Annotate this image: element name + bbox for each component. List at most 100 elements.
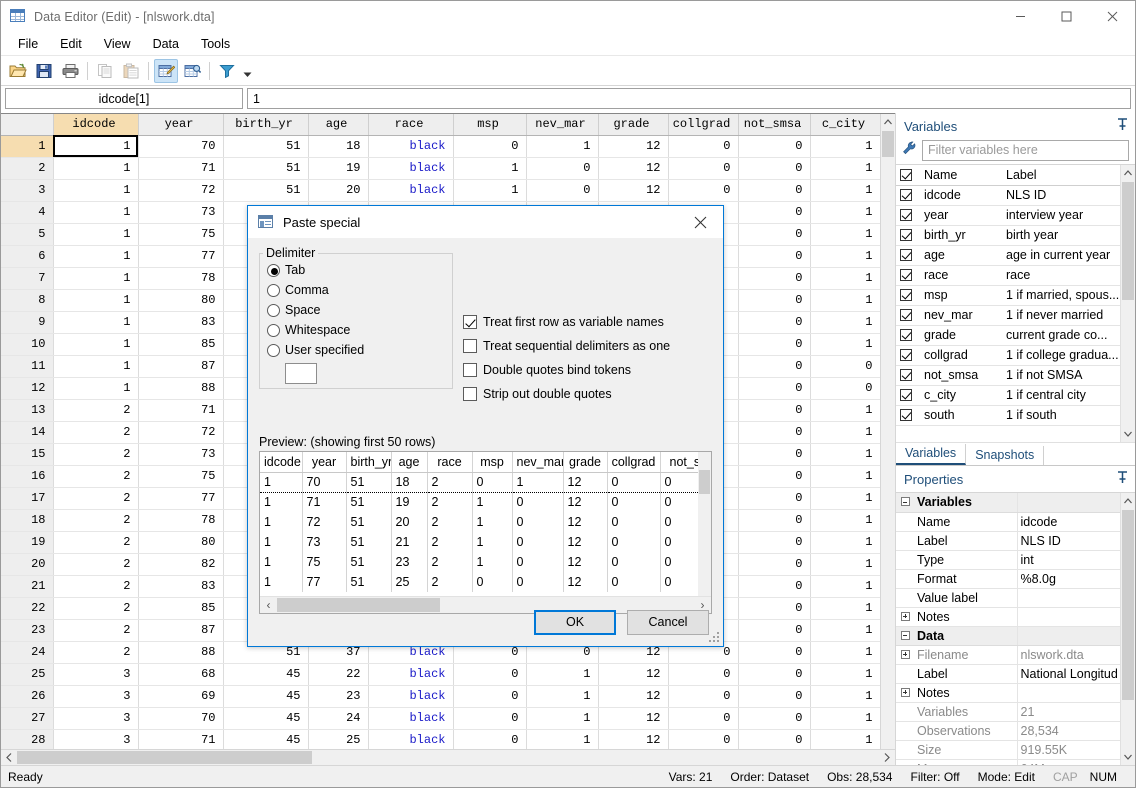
cell-idcode[interactable]: 2 (53, 531, 138, 553)
radio-indicator[interactable] (267, 324, 280, 337)
property-value[interactable]: NLS ID (1017, 531, 1120, 550)
cell-collgrad[interactable]: 0 (668, 685, 738, 707)
cell-not_smsa[interactable]: 0 (738, 267, 810, 289)
preview-cell[interactable]: 1 (472, 552, 512, 572)
row-number[interactable]: 8 (1, 289, 53, 311)
tab-variables[interactable]: Variables (896, 444, 966, 465)
row-number[interactable]: 14 (1, 421, 53, 443)
cell-grade[interactable]: 12 (598, 135, 668, 157)
preview-cell[interactable]: 12 (563, 572, 607, 592)
row-number[interactable]: 12 (1, 377, 53, 399)
cell-year[interactable]: 78 (138, 267, 223, 289)
grid-hscroll-thumb[interactable] (17, 751, 312, 764)
list-item[interactable]: collgrad1 if college gradua... (896, 345, 1120, 365)
cell-year[interactable]: 78 (138, 509, 223, 531)
cell-race[interactable]: black (368, 707, 453, 729)
preview-cell[interactable]: 1 (260, 512, 302, 532)
preview-cell[interactable]: 1 (472, 532, 512, 552)
row-number[interactable]: 5 (1, 223, 53, 245)
cell-year[interactable]: 70 (138, 135, 223, 157)
cell-nev_mar[interactable]: 1 (526, 135, 598, 157)
cell-c_city[interactable]: 1 (810, 179, 880, 201)
row-number[interactable]: 20 (1, 553, 53, 575)
preview-cell[interactable]: 18 (391, 472, 427, 492)
preview-cell[interactable]: 0 (512, 532, 563, 552)
table-row[interactable]: 283714525black0112001 (1, 729, 895, 751)
radio-indicator[interactable] (267, 304, 280, 317)
cell-msp[interactable]: 1 (453, 179, 526, 201)
preview-cell[interactable]: 70 (302, 472, 346, 492)
table-row[interactable]: 11705118black0112001 (1, 135, 895, 157)
property-value[interactable]: nlswork.dta (1017, 645, 1120, 664)
cell-collgrad[interactable]: 0 (668, 135, 738, 157)
property-value[interactable] (1017, 607, 1120, 626)
properties-vscroll-thumb[interactable] (1122, 510, 1134, 700)
preview-cell[interactable]: 73 (302, 532, 346, 552)
variable-checkbox[interactable] (896, 305, 920, 325)
cell-c_city[interactable]: 1 (810, 663, 880, 685)
cell-year[interactable]: 68 (138, 663, 223, 685)
cell-not_smsa[interactable]: 0 (738, 355, 810, 377)
cell-c_city[interactable]: 1 (810, 289, 880, 311)
radio-indicator[interactable] (267, 264, 280, 277)
preview-cell[interactable]: 1 (260, 552, 302, 572)
cell-age[interactable]: 22 (308, 663, 368, 685)
preview-cell[interactable]: 1 (472, 512, 512, 532)
cell-idcode[interactable]: 3 (53, 729, 138, 751)
save-icon[interactable] (32, 59, 56, 83)
variable-checkbox[interactable] (896, 285, 920, 305)
cell-collgrad[interactable]: 0 (668, 729, 738, 751)
dialog-close-button[interactable] (678, 206, 723, 238)
cell-age[interactable]: 20 (308, 179, 368, 201)
cell-year[interactable]: 77 (138, 487, 223, 509)
preview-cell[interactable]: 0 (607, 532, 660, 552)
cell-idcode[interactable]: 1 (53, 333, 138, 355)
cell-idcode[interactable]: 3 (53, 707, 138, 729)
table-row[interactable]: 31725120black1012001 (1, 179, 895, 201)
cell-idcode[interactable]: 2 (53, 597, 138, 619)
cell-msp[interactable]: 0 (453, 663, 526, 685)
cell-not_smsa[interactable]: 0 (738, 641, 810, 663)
cell-c_city[interactable]: 1 (810, 443, 880, 465)
cell-age[interactable]: 18 (308, 135, 368, 157)
cell-idcode[interactable]: 2 (53, 509, 138, 531)
cell-nev_mar[interactable]: 0 (526, 157, 598, 179)
cell-c_city[interactable]: 1 (810, 333, 880, 355)
cell-collgrad[interactable]: 0 (668, 707, 738, 729)
cell-year[interactable]: 73 (138, 201, 223, 223)
list-item[interactable]: nev_mar1 if never married (896, 305, 1120, 325)
cell-idcode[interactable]: 2 (53, 421, 138, 443)
data-editor-edit-icon[interactable] (154, 59, 178, 83)
cell-msp[interactable]: 0 (453, 729, 526, 751)
cell-c_city[interactable]: 1 (810, 509, 880, 531)
cell-c_city[interactable]: 1 (810, 487, 880, 509)
cell-c_city[interactable]: 1 (810, 553, 880, 575)
preview-cell[interactable]: 51 (346, 572, 391, 592)
cell-year[interactable]: 75 (138, 223, 223, 245)
row-number[interactable]: 28 (1, 729, 53, 751)
cell-c_city[interactable]: 1 (810, 729, 880, 751)
row-number[interactable]: 9 (1, 311, 53, 333)
cell-year[interactable]: 80 (138, 531, 223, 553)
property-row[interactable]: Observations28,534 (896, 721, 1120, 740)
preview-row[interactable]: 17551232101200 (260, 552, 712, 572)
property-row[interactable]: Notes (896, 683, 1120, 702)
cell-msp[interactable]: 1 (453, 157, 526, 179)
preview-cell[interactable]: 1 (260, 572, 302, 592)
list-item[interactable]: gradecurrent grade co... (896, 325, 1120, 345)
cell-not_smsa[interactable]: 0 (738, 707, 810, 729)
cell-year[interactable]: 73 (138, 443, 223, 465)
paste-icon[interactable] (119, 59, 143, 83)
cell-idcode[interactable]: 1 (53, 223, 138, 245)
scroll-left-icon[interactable] (1, 751, 17, 765)
cell-year[interactable]: 71 (138, 157, 223, 179)
cell-not_smsa[interactable]: 0 (738, 443, 810, 465)
preview-cell[interactable]: 12 (563, 492, 607, 512)
checkbox-double-quotes-bind-tokens[interactable]: Double quotes bind tokens (463, 358, 670, 382)
cell-c_city[interactable]: 1 (810, 135, 880, 157)
variables-label-header[interactable]: Label (1002, 165, 1120, 185)
row-number[interactable]: 16 (1, 465, 53, 487)
radio-user-specified[interactable]: User specified (267, 340, 452, 360)
property-value[interactable] (1017, 626, 1120, 645)
cell-c_city[interactable]: 1 (810, 685, 880, 707)
